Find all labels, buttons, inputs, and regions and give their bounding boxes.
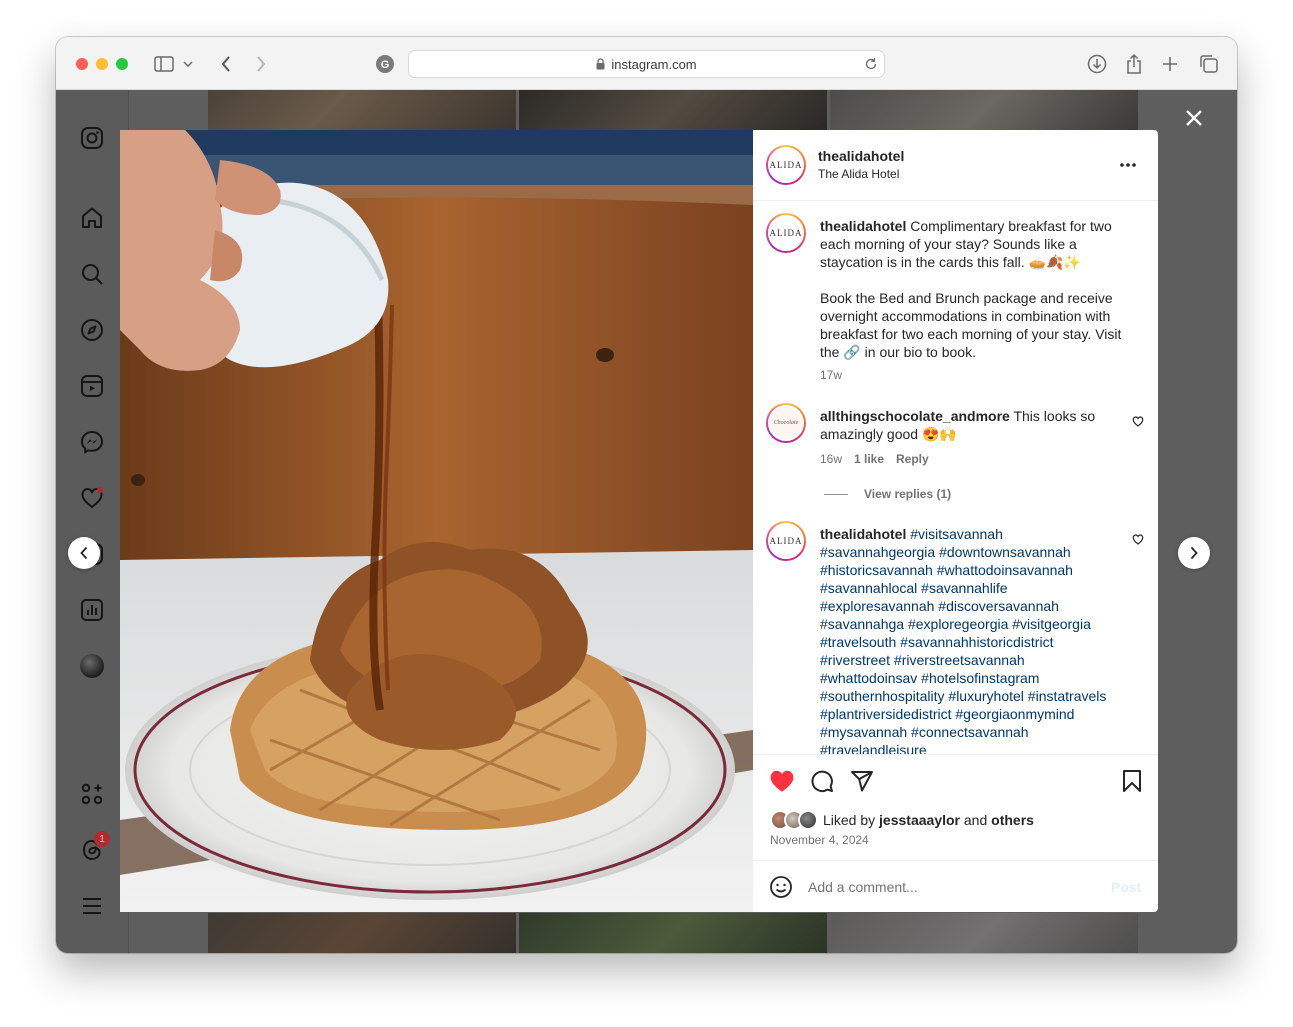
background-post-tile[interactable] xyxy=(519,913,827,953)
home-icon[interactable] xyxy=(79,205,105,231)
background-post-tile[interactable] xyxy=(830,90,1138,130)
back-icon[interactable] xyxy=(213,51,239,77)
comment-age: 16w xyxy=(820,452,843,466)
avatar-logo-text: ALIDA xyxy=(769,536,803,546)
post-details-panel: ALIDA thealidahotel The Alida Hotel ALID… xyxy=(753,130,1158,912)
comment-input[interactable] xyxy=(808,877,1098,897)
new-tab-icon[interactable] xyxy=(1157,51,1183,77)
view-replies-button[interactable]: View replies (1) xyxy=(864,487,951,501)
previous-post-button[interactable] xyxy=(68,537,100,569)
threads-badge: 1 xyxy=(94,831,110,847)
liked-by-text: Liked by jesstaaaylor and others xyxy=(823,812,1034,828)
replies-divider xyxy=(824,494,848,495)
url-text: instagram.com xyxy=(611,56,697,72)
background-post-tile[interactable] xyxy=(208,90,516,130)
background-post-tile[interactable] xyxy=(830,913,1138,953)
comment-likes[interactable]: 1 like xyxy=(854,452,884,466)
post-comment-button[interactable]: Post xyxy=(1111,879,1141,895)
comment-username[interactable]: allthingschocolate_andmore xyxy=(820,408,1010,424)
add-comment-bar: Post xyxy=(753,860,1158,912)
close-window-button[interactable] xyxy=(76,58,88,70)
avatar-logo-text: ALIDA xyxy=(769,228,803,238)
liked-by-and: and xyxy=(963,812,988,828)
post-header: ALIDA thealidahotel The Alida Hotel xyxy=(753,130,1158,201)
post-date: November 4, 2024 xyxy=(770,833,869,847)
minimize-window-button[interactable] xyxy=(96,58,108,70)
tab-overview-icon[interactable] xyxy=(1196,51,1222,77)
save-bookmark-icon[interactable] xyxy=(1121,769,1143,793)
close-modal-icon[interactable] xyxy=(1183,107,1205,129)
comment-like-icon[interactable] xyxy=(1132,416,1144,427)
comment-username[interactable]: thealidahotel xyxy=(820,526,906,542)
notifications-icon[interactable] xyxy=(79,485,105,511)
caption-username[interactable]: thealidahotel xyxy=(820,218,906,234)
sidebar-toggle-icon[interactable] xyxy=(151,51,177,77)
instagram-logo-icon[interactable] xyxy=(79,125,105,151)
svg-text:G: G xyxy=(381,59,390,71)
reload-icon[interactable] xyxy=(864,57,878,71)
emoji-icon[interactable] xyxy=(769,875,793,899)
post-username[interactable]: thealidahotel xyxy=(818,148,904,164)
browser-window: G instagram.com 1 ALIDA thealidahotel Th… xyxy=(56,37,1237,953)
background-post-tile[interactable] xyxy=(208,913,516,953)
reels-icon[interactable] xyxy=(79,373,105,399)
search-icon[interactable] xyxy=(79,261,105,287)
zoom-window-button[interactable] xyxy=(116,58,128,70)
caption-text: thealidahotel Complimentary breakfast fo… xyxy=(820,217,1140,361)
also-from-meta-icon[interactable] xyxy=(79,781,105,807)
more-options-icon[interactable] xyxy=(1119,162,1137,168)
post-display-name: The Alida Hotel xyxy=(818,167,900,181)
threads-icon[interactable]: 1 xyxy=(79,831,110,863)
comment-icon[interactable] xyxy=(810,769,834,793)
post-photo[interactable] xyxy=(120,130,753,912)
liked-by-others[interactable]: others xyxy=(991,812,1034,828)
liked-by-prefix: Liked by xyxy=(823,812,876,828)
instagram-sidebar: 1 xyxy=(56,90,129,953)
chevron-left-icon xyxy=(79,546,89,560)
comment-text: allthingschocolate_andmore This looks so… xyxy=(820,407,1120,443)
share-icon[interactable] xyxy=(1121,51,1147,77)
commenter-avatar[interactable]: Chocolate xyxy=(766,403,806,443)
lock-icon xyxy=(596,58,605,70)
site-settings-icon[interactable]: G xyxy=(372,51,398,77)
liked-by-user[interactable]: jesstaaaylor xyxy=(879,812,960,828)
caption-age: 17w xyxy=(820,368,843,382)
download-icon[interactable] xyxy=(1084,51,1110,77)
browser-toolbar: G instagram.com xyxy=(56,37,1237,90)
comment-reply-button[interactable]: Reply xyxy=(896,452,929,466)
like-heart-icon[interactable] xyxy=(769,769,795,793)
comment-like-icon[interactable] xyxy=(1132,534,1144,545)
hashtag-list[interactable]: #visitsavannah #savannahgeorgia #downtow… xyxy=(820,526,1106,754)
chevron-right-icon xyxy=(1189,546,1199,560)
next-post-button[interactable] xyxy=(1178,537,1210,569)
caption-avatar[interactable]: ALIDA xyxy=(766,213,806,253)
explore-icon[interactable] xyxy=(79,317,105,343)
messenger-icon[interactable] xyxy=(79,429,105,455)
profile-avatar[interactable] xyxy=(79,653,105,679)
commenter-avatar[interactable]: ALIDA xyxy=(766,521,806,561)
hashtag-comment: thealidahotel #visitsavannah #savannahge… xyxy=(820,525,1120,754)
chevron-down-icon[interactable] xyxy=(180,51,196,77)
post-actions: Liked by jesstaaaylor and others Novembe… xyxy=(753,754,1158,860)
account-avatar[interactable]: ALIDA xyxy=(766,145,806,185)
caption-body-2: Book the Bed and Brunch package and rece… xyxy=(820,290,1122,360)
address-bar[interactable]: instagram.com xyxy=(408,50,885,78)
forward-icon[interactable] xyxy=(248,51,274,77)
share-post-icon[interactable] xyxy=(850,769,874,793)
more-menu-icon[interactable] xyxy=(79,893,105,919)
liked-by-avatars[interactable] xyxy=(770,810,824,830)
dashboard-icon[interactable] xyxy=(79,597,105,623)
avatar-logo-text: ALIDA xyxy=(769,160,803,170)
background-post-tile[interactable] xyxy=(519,90,827,130)
